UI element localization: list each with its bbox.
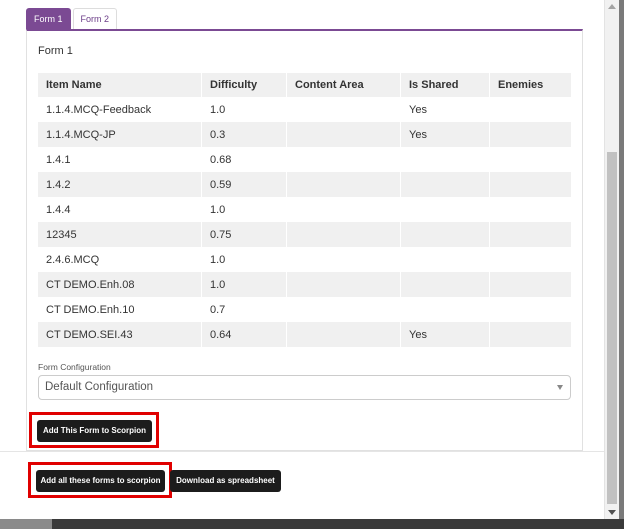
- header-enemies[interactable]: Enemies: [489, 73, 572, 97]
- add-this-form-button[interactable]: Add This Form to Scorpion: [37, 420, 152, 442]
- cell-enemies: [489, 297, 572, 322]
- cell-difficulty: 1.0: [201, 247, 287, 272]
- cell-content-area: [286, 297, 401, 322]
- cell-item-name: CT DEMO.Enh.10: [38, 297, 202, 322]
- cell-item-name: CT DEMO.Enh.08: [38, 272, 202, 297]
- scroll-down-icon[interactable]: [608, 510, 616, 515]
- cell-enemies: [489, 122, 572, 147]
- cell-content-area: [286, 122, 401, 147]
- cell-is-shared: Yes: [400, 322, 490, 347]
- cell-content-area: [286, 247, 401, 272]
- scrollbar-thumb[interactable]: [607, 152, 617, 504]
- header-is-shared[interactable]: Is Shared: [400, 73, 490, 97]
- table-row: 1.1.4.MCQ-JP 0.3 Yes: [38, 122, 572, 147]
- vertical-scrollbar[interactable]: [604, 0, 619, 519]
- table-row: 1.4.1 0.68: [38, 147, 572, 172]
- form-configuration-label: Form Configuration: [38, 362, 111, 372]
- modal-dialog: Form 1 Form 2 Form 1 Item Name Difficult…: [0, 0, 604, 519]
- table-row: 1.4.4 1.0: [38, 197, 572, 222]
- background-bar: [0, 519, 624, 529]
- cell-difficulty: 0.75: [201, 222, 287, 247]
- cell-item-name: 1.1.4.MCQ-Feedback: [38, 97, 202, 122]
- cell-is-shared: [400, 197, 490, 222]
- cell-difficulty: 1.0: [201, 197, 287, 222]
- chevron-down-icon: [557, 385, 563, 390]
- table-row: CT DEMO.SEI.43 0.64 Yes: [38, 322, 572, 347]
- header-difficulty[interactable]: Difficulty: [201, 73, 287, 97]
- form-configuration-select[interactable]: Default Configuration: [38, 375, 571, 400]
- cell-difficulty: 1.0: [201, 272, 287, 297]
- table-header-row: Item Name Difficulty Content Area Is Sha…: [38, 73, 572, 97]
- cell-content-area: [286, 197, 401, 222]
- table-row: 12345 0.75: [38, 222, 572, 247]
- cell-item-name: 2.4.6.MCQ: [38, 247, 202, 272]
- cell-is-shared: [400, 222, 490, 247]
- cell-content-area: [286, 172, 401, 197]
- add-all-forms-button[interactable]: Add all these forms to scorpion: [36, 470, 165, 492]
- cell-content-area: [286, 322, 401, 347]
- cell-difficulty: 1.0: [201, 97, 287, 122]
- header-item-name[interactable]: Item Name: [38, 73, 202, 97]
- cell-is-shared: [400, 147, 490, 172]
- cell-enemies: [489, 172, 572, 197]
- cell-content-area: [286, 272, 401, 297]
- cell-difficulty: 0.3: [201, 122, 287, 147]
- cell-is-shared: [400, 172, 490, 197]
- scroll-up-icon[interactable]: [608, 4, 616, 9]
- cell-enemies: [489, 272, 572, 297]
- form-configuration-value: Default Configuration: [45, 381, 154, 393]
- cell-item-name: 1.4.1: [38, 147, 202, 172]
- cell-difficulty: 0.59: [201, 172, 287, 197]
- form-tabs: Form 1 Form 2: [26, 8, 119, 30]
- table-row: 2.4.6.MCQ 1.0: [38, 247, 572, 272]
- table-row: CT DEMO.Enh.10 0.7: [38, 297, 572, 322]
- table-row: 1.1.4.MCQ-Feedback 1.0 Yes: [38, 97, 572, 122]
- cell-is-shared: [400, 247, 490, 272]
- table-row: 1.4.2 0.59: [38, 172, 572, 197]
- cell-content-area: [286, 97, 401, 122]
- cell-is-shared: Yes: [400, 122, 490, 147]
- cell-item-name: 1.4.4: [38, 197, 202, 222]
- cell-enemies: [489, 147, 572, 172]
- cell-is-shared: [400, 297, 490, 322]
- footer-divider: [0, 451, 604, 452]
- cell-difficulty: 0.64: [201, 322, 287, 347]
- tab-form-1[interactable]: Form 1: [26, 8, 71, 30]
- cell-enemies: [489, 222, 572, 247]
- cell-is-shared: Yes: [400, 97, 490, 122]
- cell-enemies: [489, 97, 572, 122]
- cell-item-name: 12345: [38, 222, 202, 247]
- cell-item-name: 1.4.2: [38, 172, 202, 197]
- cell-content-area: [286, 147, 401, 172]
- cell-difficulty: 0.68: [201, 147, 287, 172]
- form-panel: Form 1 Item Name Difficulty Content Area…: [26, 29, 583, 451]
- items-table: Item Name Difficulty Content Area Is Sha…: [38, 73, 572, 347]
- cell-is-shared: [400, 272, 490, 297]
- download-spreadsheet-button[interactable]: Download as spreadsheet: [170, 470, 281, 492]
- table-row: CT DEMO.Enh.08 1.0: [38, 272, 572, 297]
- cell-item-name: CT DEMO.SEI.43: [38, 322, 202, 347]
- header-content-area[interactable]: Content Area: [286, 73, 401, 97]
- panel-title: Form 1: [38, 45, 73, 57]
- cell-item-name: 1.1.4.MCQ-JP: [38, 122, 202, 147]
- background-bar-left: [0, 519, 52, 529]
- cell-enemies: [489, 197, 572, 222]
- cell-content-area: [286, 222, 401, 247]
- cell-difficulty: 0.7: [201, 297, 287, 322]
- cell-enemies: [489, 322, 572, 347]
- cell-enemies: [489, 247, 572, 272]
- tab-form-2[interactable]: Form 2: [72, 8, 118, 30]
